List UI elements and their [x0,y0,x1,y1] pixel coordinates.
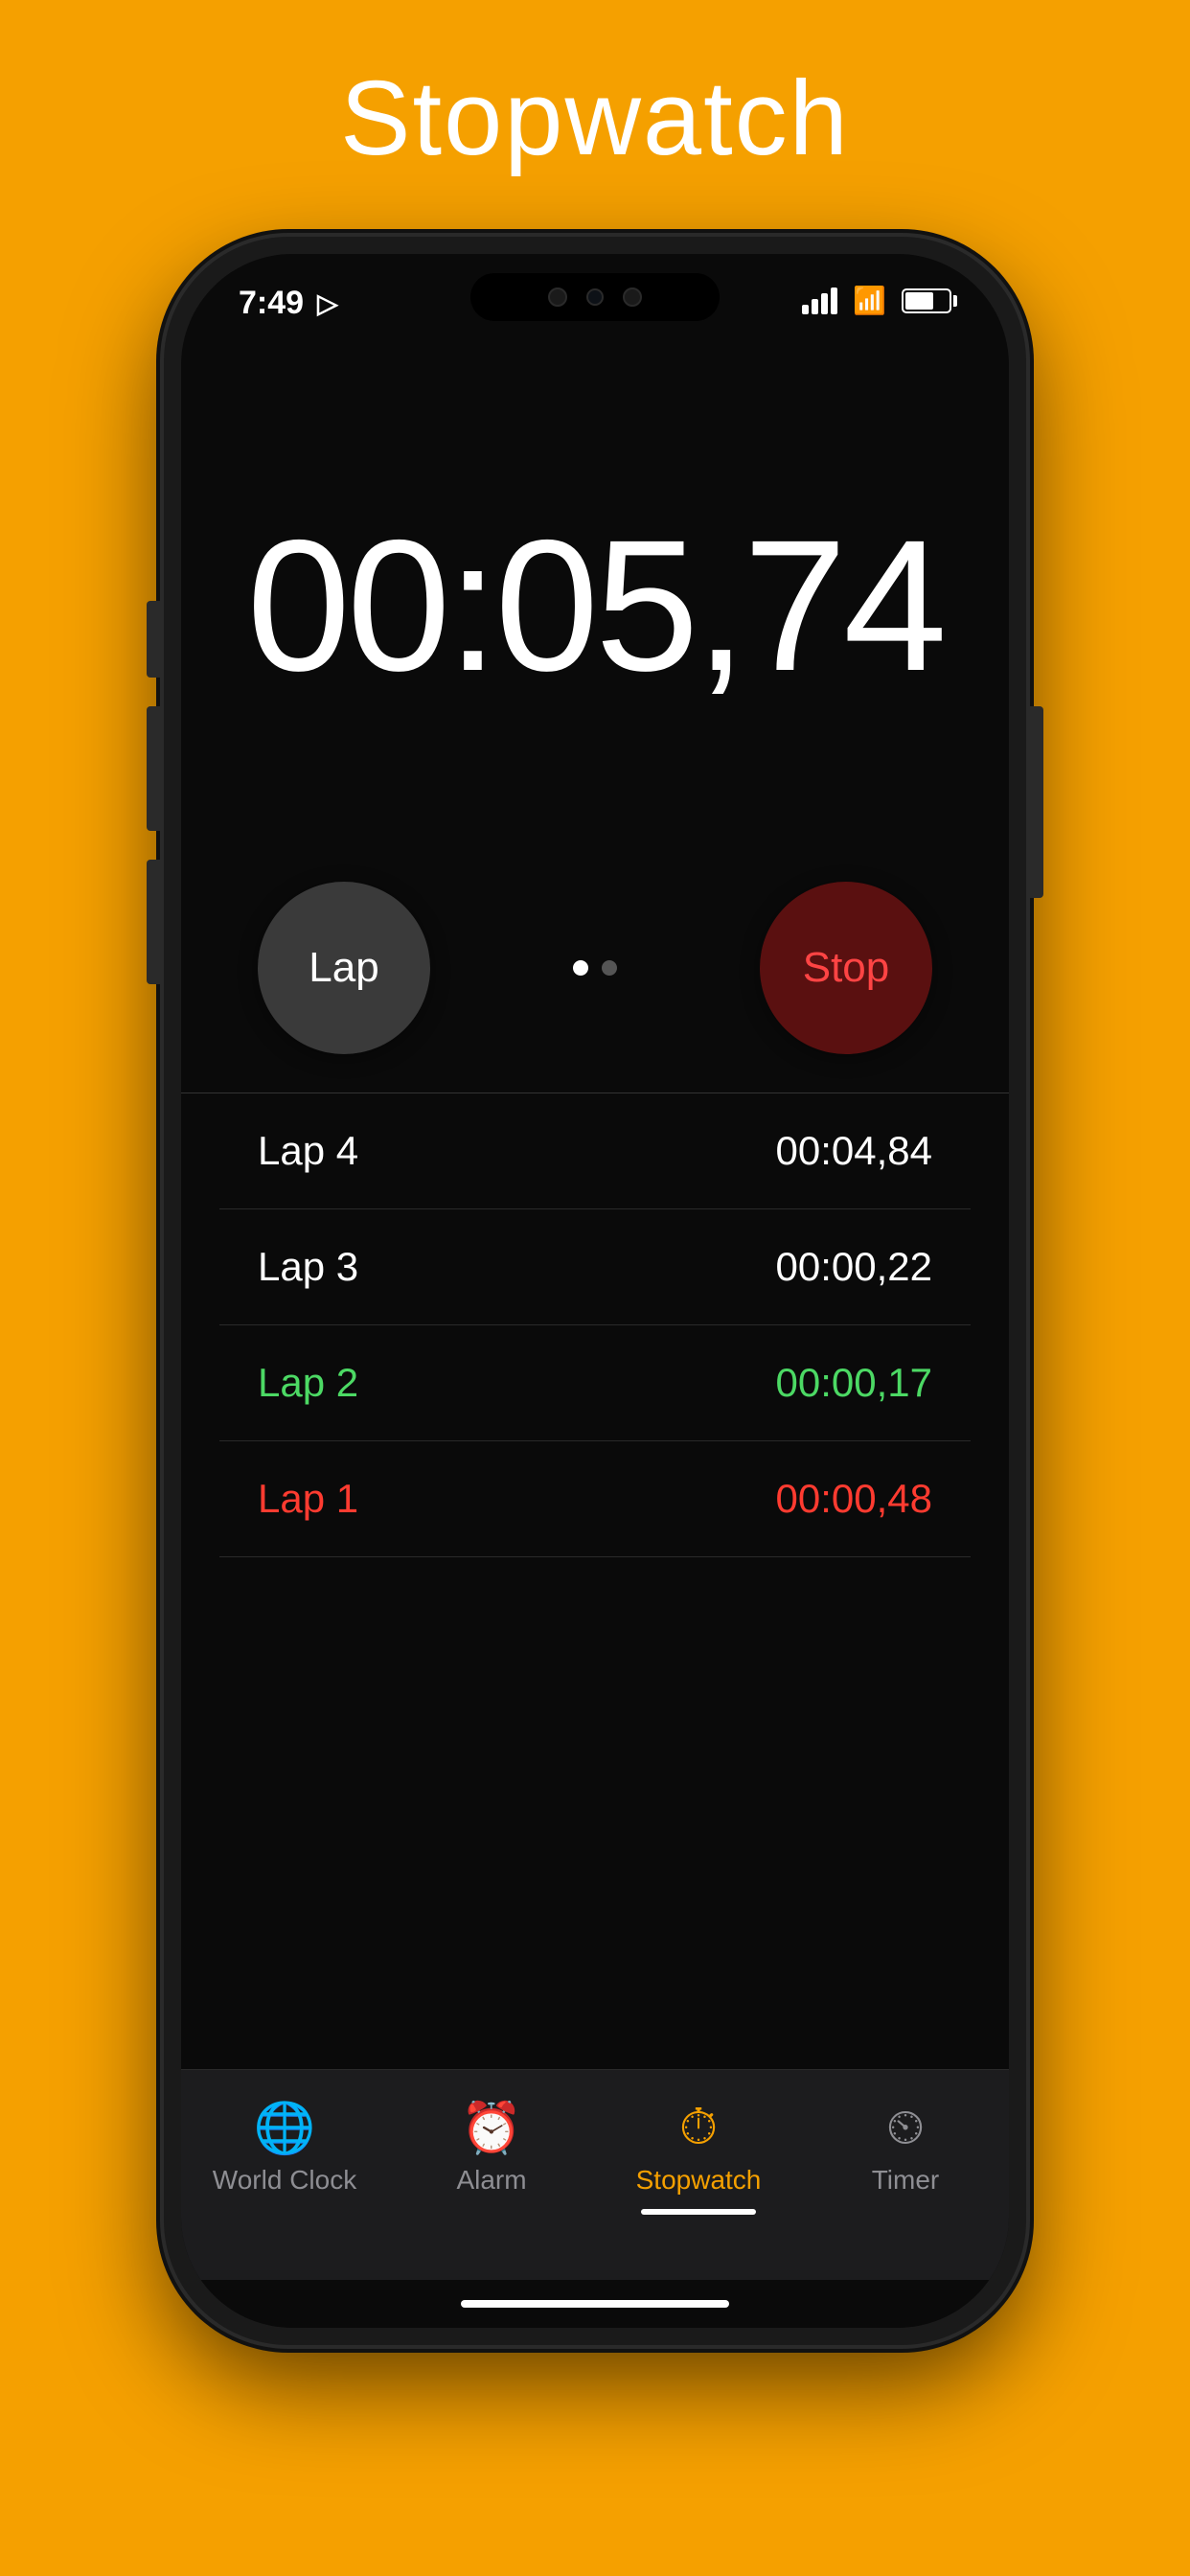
stop-button[interactable]: Stop [760,882,932,1054]
signal-bar-4 [831,288,837,314]
status-right-icons: 📶 [802,285,951,316]
tab-bar: 🌐 World Clock ⏰ Alarm ⏱ Stopwatch ⏲ Time… [181,2069,1009,2280]
tab-stopwatch-label: Stopwatch [636,2165,762,2196]
volume-up-button [147,706,160,831]
timer-display-area: 00:05,74 [181,350,1009,862]
lap-item-3: Lap 3 00:00,22 [219,1209,971,1325]
tab-world-clock[interactable]: 🌐 World Clock [181,2099,388,2196]
lap-item-4: Lap 4 00:04,84 [219,1093,971,1209]
lap-4-time: 00:04,84 [776,1128,933,1174]
page-dots [573,960,617,976]
signal-bars [802,288,837,314]
lap-item-2: Lap 2 00:00,17 [219,1325,971,1441]
timer-text: 00:05,74 [246,498,943,713]
dot-2 [602,960,617,976]
volume-down-button [147,860,160,984]
tab-timer-label: Timer [872,2165,940,2196]
lap-1-name: Lap 1 [258,1476,358,1522]
page-title: Stopwatch [340,58,850,179]
phone-screen: 7:49 ▷ 📶 [181,254,1009,2328]
tab-active-indicator [641,2209,756,2215]
time-display: 7:49 [239,285,304,322]
spacer [181,1557,1009,2070]
camera-dot-2 [586,288,604,306]
mute-button [147,601,160,678]
signal-bar-2 [812,299,818,314]
dot-1 [573,960,588,976]
camera-dot-1 [548,288,567,307]
tab-alarm[interactable]: ⏰ Alarm [388,2099,595,2196]
stopwatch-icon: ⏱ [679,2099,719,2157]
wifi-icon: 📶 [853,285,886,316]
lap-2-name: Lap 2 [258,1360,358,1406]
lap-item-1: Lap 1 00:00,48 [219,1441,971,1557]
tab-world-clock-label: World Clock [213,2165,356,2196]
signal-bar-3 [821,293,828,314]
timer-icon: ⏲ [886,2099,926,2157]
status-bar: 7:49 ▷ 📶 [181,254,1009,350]
lap-3-name: Lap 3 [258,1244,358,1290]
home-indicator [181,2280,1009,2328]
battery-fill [905,292,933,310]
lap-3-time: 00:00,22 [776,1244,933,1290]
dynamic-island [470,273,720,321]
signal-bar-1 [802,305,809,314]
lap-button[interactable]: Lap [258,882,430,1054]
lap-2-time: 00:00,17 [776,1360,933,1406]
status-time: 7:49 ▷ [239,285,338,322]
battery-icon [902,288,951,313]
lap-1-time: 00:00,48 [776,1476,933,1522]
camera-dot-3 [623,288,642,307]
home-bar [461,2300,729,2308]
lap-list: Lap 4 00:04,84 Lap 3 00:00,22 Lap 2 00:0… [181,1092,1009,1557]
phone-mockup: 7:49 ▷ 📶 [164,237,1026,2345]
tab-timer[interactable]: ⏲ Timer [802,2099,1009,2196]
controls-row: Lap Stop [181,862,1009,1092]
alarm-icon: ⏰ [461,2099,523,2157]
location-icon: ▷ [317,288,338,319]
tab-alarm-label: Alarm [456,2165,526,2196]
lap-4-name: Lap 4 [258,1128,358,1174]
screen-content: 00:05,74 Lap Stop Lap 4 00:04,84 Lap 3 [181,350,1009,2328]
power-button [1030,706,1043,898]
tab-stopwatch[interactable]: ⏱ Stopwatch [595,2099,802,2196]
world-clock-icon: 🌐 [254,2099,316,2157]
